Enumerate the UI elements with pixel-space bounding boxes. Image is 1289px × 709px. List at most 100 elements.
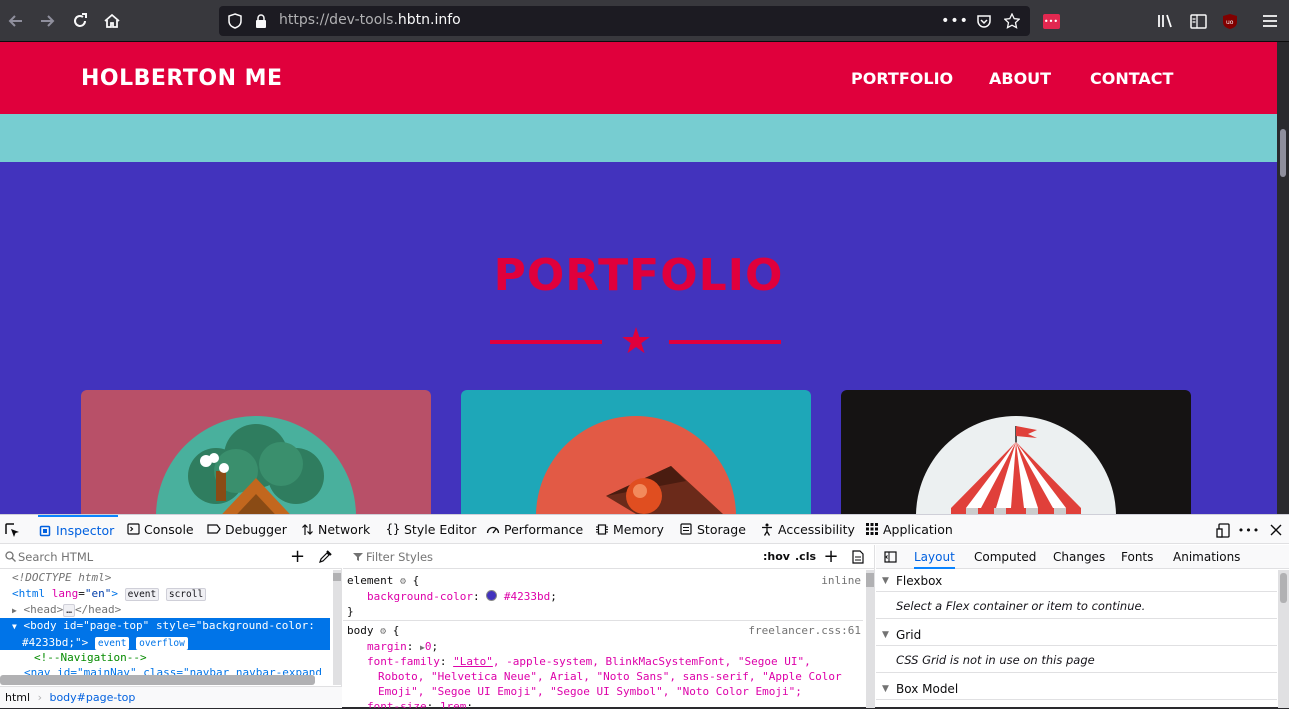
reload-icon[interactable]: [66, 7, 94, 35]
back-icon[interactable]: [2, 7, 30, 35]
ellipsis-badge[interactable]: …: [63, 604, 75, 617]
debugger-icon: [207, 522, 221, 536]
ublock-icon[interactable]: uo: [1217, 7, 1243, 35]
html-node[interactable]: <html lang="en"> event scroll: [0, 586, 330, 602]
markup-hscrollbar[interactable]: [0, 675, 315, 685]
gear-icon[interactable]: ⚙: [400, 576, 406, 587]
portfolio-card-cabin[interactable]: [81, 390, 431, 514]
margin-declaration[interactable]: margin: ▶0;: [347, 639, 867, 654]
tab-performance[interactable]: Performance: [486, 515, 583, 544]
element-picker-icon[interactable]: [4, 522, 20, 538]
extension-icon[interactable]: •••: [1038, 7, 1064, 35]
scroll-badge[interactable]: scroll: [165, 588, 207, 601]
rule-divider: [343, 620, 863, 621]
breadcrumb-body[interactable]: body#page-top: [49, 691, 135, 704]
collapse-arrow-icon[interactable]: ▼: [12, 622, 17, 631]
tab-storage[interactable]: Storage: [679, 515, 746, 544]
portfolio-card-circus[interactable]: [841, 390, 1191, 514]
tab-debugger[interactable]: Debugger: [207, 515, 287, 544]
stylesheet-link[interactable]: freelancer.css:61: [748, 623, 861, 638]
accessibility-icon: [760, 522, 774, 536]
library-icon[interactable]: [1153, 7, 1179, 35]
tab-inspector[interactable]: Inspector: [38, 515, 118, 544]
tab-changes[interactable]: Changes: [1053, 545, 1105, 569]
inspector-icon: [38, 524, 52, 538]
divider-line-left: [490, 340, 602, 344]
tab-layout[interactable]: Layout: [914, 545, 955, 569]
grid-section-header[interactable]: ▼ Grid: [876, 624, 1277, 646]
more-icon[interactable]: •••: [941, 12, 968, 30]
box-model-section-header[interactable]: ▼ Box Model: [876, 678, 1277, 700]
search-html-input[interactable]: Search HTML +: [0, 545, 342, 569]
nav-link-contact[interactable]: CONTACT: [1090, 69, 1173, 88]
star-icon: ★: [619, 321, 653, 362]
expand-arrow-icon[interactable]: ▶: [12, 606, 17, 615]
forward-icon[interactable]: [33, 7, 61, 35]
event-badge[interactable]: event: [94, 637, 130, 650]
font-family-declaration[interactable]: font-family: "Lato", -apple-system, Blin…: [347, 654, 867, 669]
url-text[interactable]: https://dev-tools.hbtn.info: [279, 12, 461, 28]
page-scrollbar[interactable]: [1277, 42, 1289, 514]
hover-toggle-button[interactable]: :hov: [763, 550, 790, 563]
add-node-icon[interactable]: +: [290, 546, 305, 567]
scrollbar-thumb[interactable]: [1280, 129, 1286, 177]
comment-node[interactable]: <!--Navigation-->: [0, 650, 330, 666]
head-node[interactable]: ▶ <head>… </head>: [0, 602, 330, 618]
url-bar[interactable]: https://dev-tools.hbtn.info •••: [219, 6, 1030, 36]
print-simulation-icon[interactable]: [851, 549, 865, 564]
tab-accessibility[interactable]: Accessibility: [760, 515, 855, 544]
pocket-icon[interactable]: [975, 12, 993, 30]
network-icon: [300, 522, 314, 536]
tab-style-editor[interactable]: {} Style Editor: [385, 515, 477, 544]
color-swatch[interactable]: [486, 590, 498, 601]
background-color-declaration[interactable]: background-color: #4233bd;: [347, 589, 867, 604]
tab-network[interactable]: Network: [300, 515, 370, 544]
sidebar-vscrollbar[interactable]: [1278, 570, 1289, 708]
portfolio-card-game[interactable]: [461, 390, 811, 514]
filter-styles-input[interactable]: Filter Styles :hov .cls +: [343, 545, 875, 569]
grid-message: CSS Grid is not in use on this page: [876, 647, 1277, 673]
tab-computed[interactable]: Computed: [974, 545, 1036, 569]
shield-icon[interactable]: [227, 13, 243, 29]
gear-icon[interactable]: ⚙: [380, 626, 386, 637]
body-node-selected[interactable]: ▼ <body id="page-top" style="background-…: [0, 618, 330, 650]
nav-link-about[interactable]: ABOUT: [989, 69, 1051, 88]
site-brand[interactable]: HOLBERTON ME: [81, 66, 283, 91]
home-icon[interactable]: [98, 7, 126, 35]
nav-node[interactable]: <nav id="mainNav" class="navbar navbar-e…: [0, 665, 330, 675]
menu-icon[interactable]: [1257, 7, 1283, 35]
console-icon: [126, 522, 140, 536]
tab-animations[interactable]: Animations: [1173, 545, 1240, 569]
more-options-icon[interactable]: •••: [1238, 522, 1259, 538]
nav-link-portfolio[interactable]: PORTFOLIO: [851, 69, 953, 88]
tab-application[interactable]: Application: [865, 515, 953, 544]
close-icon[interactable]: [1268, 522, 1284, 538]
overflow-badge[interactable]: overflow: [136, 637, 188, 650]
breadcrumb-html[interactable]: html: [0, 691, 30, 704]
event-badge[interactable]: event: [124, 588, 160, 601]
section-title: PORTFOLIO: [493, 250, 784, 301]
lock-icon[interactable]: [254, 13, 268, 29]
doctype-node[interactable]: <!DOCTYPE html>: [0, 570, 330, 586]
toggle-pane-icon[interactable]: [883, 550, 897, 564]
devtools-tabbar: Inspector Console Debugger Network {} St…: [0, 515, 1289, 544]
divider-line-right: [669, 340, 781, 344]
class-toggle-button[interactable]: .cls: [795, 550, 816, 563]
flexbox-section-header[interactable]: ▼ Flexbox: [876, 570, 1277, 592]
performance-icon: [486, 522, 500, 536]
style-editor-icon: {}: [385, 521, 401, 536]
eyedropper-icon[interactable]: [318, 549, 333, 564]
cabin-icon: [188, 424, 324, 514]
rules-vscrollbar[interactable]: [866, 570, 874, 708]
markup-vscrollbar[interactable]: [333, 570, 341, 685]
bookmark-star-icon[interactable]: [1003, 12, 1021, 30]
tab-fonts[interactable]: Fonts: [1121, 545, 1153, 569]
breadcrumb: html › body#page-top: [0, 686, 342, 708]
tab-console[interactable]: Console: [126, 515, 194, 544]
responsive-design-icon[interactable]: [1215, 522, 1231, 538]
memory-icon: [595, 522, 609, 536]
add-rule-icon[interactable]: +: [823, 546, 839, 567]
font-family-continued: Roboto, "Helvetica Neue", Arial, "Noto S…: [378, 670, 842, 683]
sidebar-icon[interactable]: [1185, 7, 1211, 35]
tab-memory[interactable]: Memory: [595, 515, 664, 544]
